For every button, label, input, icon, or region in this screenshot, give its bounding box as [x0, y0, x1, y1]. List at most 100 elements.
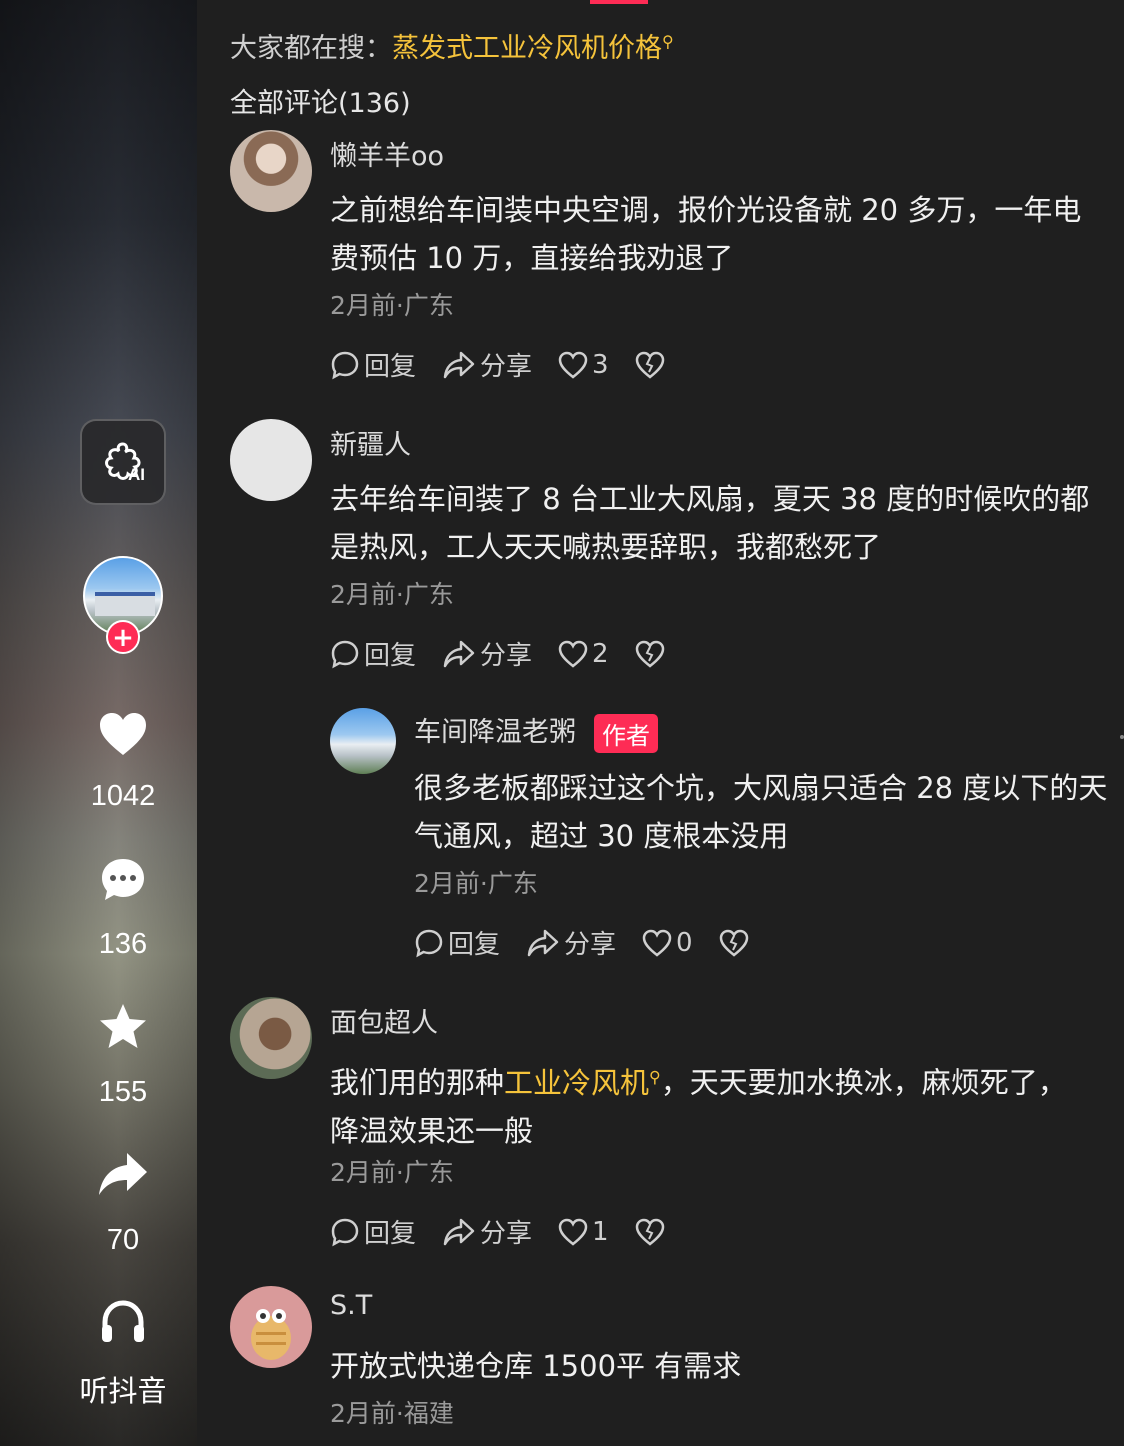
- headphones-icon: [102, 1300, 144, 1342]
- avatar[interactable]: [230, 419, 312, 501]
- comment-line: 气通风，超过 30 度根本没用: [414, 819, 789, 853]
- reply-bubble-icon: [331, 640, 359, 668]
- star-icon: [100, 1004, 146, 1048]
- broken-heart-icon: [635, 351, 664, 379]
- share-label: 分享: [480, 641, 533, 671]
- like-count: 3: [592, 349, 609, 380]
- search-icon: ⚲: [662, 32, 674, 51]
- comment-bubble-icon: [102, 859, 144, 900]
- comment-actions: 回复 分享 3: [330, 346, 695, 383]
- reply-bubble-icon: [331, 1218, 359, 1246]
- comment-text: 之前想给车间装中央空调，报价光设备就 20 多万，一年电 费预估 10 万，直接…: [330, 186, 1124, 282]
- like-button[interactable]: [95, 706, 151, 762]
- comments-panel: 大家都在搜：蒸发式工业冷风机价格⚲ 全部评论(136) 懒羊羊oo 之前想给车间…: [197, 0, 1124, 1446]
- follow-plus-icon[interactable]: +: [106, 620, 140, 654]
- commenter-name[interactable]: S.T: [330, 1290, 372, 1321]
- search-keyword-link[interactable]: 工业冷风机⚲: [504, 1066, 661, 1100]
- share-comment-button[interactable]: 分享: [442, 635, 532, 672]
- share-label: 分享: [480, 1219, 533, 1249]
- reply-label: 回复: [364, 1219, 417, 1249]
- heart-outline-icon: [558, 1218, 588, 1246]
- comment-actions: 回复 分享 0: [414, 924, 779, 961]
- share-icon: [527, 929, 559, 956]
- comment-meta: 2月前·福建: [330, 1399, 454, 1428]
- comment-meta: 2月前·广东: [330, 580, 454, 609]
- comment-text: 去年给车间装了 8 台工业大风扇，夏天 38 度的时候吹的都 是热风，工人天天喊…: [330, 475, 1124, 571]
- like-count: 1042: [90, 780, 156, 812]
- reply-button[interactable]: 回复: [414, 924, 500, 961]
- comment-line: 费预估 10 万，直接给我劝退了: [330, 241, 734, 275]
- favorite-count: 155: [98, 1076, 148, 1108]
- reply-button[interactable]: 回复: [330, 346, 416, 383]
- comments-header: 全部评论(136): [230, 88, 411, 119]
- heart-icon: [100, 713, 146, 755]
- search-term-link[interactable]: 蒸发式工业冷风机价格: [392, 33, 662, 64]
- reply-button[interactable]: 回复: [330, 635, 416, 672]
- search-prefix: 大家都在搜：: [230, 33, 392, 64]
- comment-line: 之前想给车间装中央空调，报价光设备就 20 多万，一年电: [330, 193, 1082, 227]
- comment-like-button[interactable]: 3: [558, 350, 609, 380]
- share-arrow-icon: [99, 1153, 147, 1195]
- avatar[interactable]: [230, 997, 312, 1079]
- keyword-text: 工业冷风机: [504, 1065, 650, 1100]
- share-icon: [443, 1218, 475, 1245]
- avatar[interactable]: [230, 130, 312, 212]
- like-count: 0: [676, 927, 693, 958]
- comment-like-button[interactable]: 2: [558, 639, 609, 669]
- share-icon: [443, 640, 475, 667]
- comment-line: 降温效果还一般: [330, 1113, 534, 1148]
- like-count: 2: [592, 638, 609, 669]
- share-comment-button[interactable]: 分享: [526, 924, 616, 961]
- share-label: 分享: [480, 352, 533, 382]
- broken-heart-icon: [635, 640, 664, 668]
- comment-like-button[interactable]: 0: [642, 928, 693, 958]
- heart-outline-icon: [558, 640, 588, 668]
- listen-label[interactable]: 听抖音: [60, 1368, 186, 1410]
- more-indicator: [1120, 735, 1124, 739]
- author-badge: 作者: [594, 714, 658, 753]
- text-segment: 我们用的那种: [330, 1065, 505, 1100]
- favorite-button[interactable]: [95, 998, 151, 1054]
- text-segment: ，天天要加水换冰，麻烦死了，: [660, 1065, 1067, 1100]
- dislike-button[interactable]: [635, 1218, 669, 1246]
- comment-meta: 2月前·广东: [414, 869, 538, 898]
- reply-bubble-icon: [415, 929, 443, 957]
- commenter-name[interactable]: 车间降温老粥 作者: [414, 710, 658, 753]
- search-icon: ⚲: [649, 1067, 661, 1086]
- dislike-button[interactable]: [635, 640, 669, 668]
- reply-label: 回复: [364, 352, 417, 382]
- author-name: 车间降温老粥: [414, 717, 576, 748]
- dislike-button[interactable]: [635, 351, 669, 379]
- broken-heart-icon: [635, 1218, 664, 1246]
- comment-actions: 回复 分享 2: [330, 635, 695, 672]
- comment-line: 我们用的那种工业冷风机⚲，天天要加水换冰，麻烦死了，: [330, 1053, 1124, 1107]
- comment-button[interactable]: [95, 852, 151, 908]
- commenter-name[interactable]: 新疆人: [330, 423, 411, 462]
- reply-label: 回复: [364, 641, 417, 671]
- ai-button[interactable]: AI: [80, 419, 166, 505]
- share-label: 分享: [564, 930, 617, 960]
- share-icon: [443, 351, 475, 378]
- avatar[interactable]: [230, 1286, 312, 1368]
- comment-meta: 2月前·广东: [330, 1158, 454, 1187]
- heart-outline-icon: [558, 351, 588, 379]
- panel-top-indicator: [590, 0, 648, 4]
- comment-count: 136: [98, 928, 148, 960]
- share-comment-button[interactable]: 分享: [442, 346, 532, 383]
- share-comment-button[interactable]: 分享: [442, 1213, 532, 1250]
- commenter-name[interactable]: 懒羊羊oo: [330, 134, 444, 173]
- dislike-button[interactable]: [719, 929, 753, 957]
- listen-button[interactable]: [95, 1294, 151, 1350]
- share-button[interactable]: [95, 1146, 151, 1202]
- commenter-name[interactable]: 面包超人: [330, 1001, 438, 1040]
- comment-line: 开放式快递仓库 1500平 有需求: [330, 1349, 742, 1383]
- avatar[interactable]: [330, 708, 396, 774]
- share-count: 70: [106, 1224, 140, 1256]
- reply-button[interactable]: 回复: [330, 1213, 416, 1250]
- comment-meta: 2月前·广东: [330, 291, 454, 320]
- search-suggestion[interactable]: 大家都在搜：蒸发式工业冷风机价格⚲: [230, 26, 674, 65]
- comment-line: 去年给车间装了 8 台工业大风扇，夏天 38 度的时候吹的都: [330, 482, 1090, 516]
- comment-like-button[interactable]: 1: [558, 1217, 609, 1247]
- ai-label: AI: [128, 465, 145, 484]
- comment-text: 开放式快递仓库 1500平 有需求: [330, 1342, 1124, 1390]
